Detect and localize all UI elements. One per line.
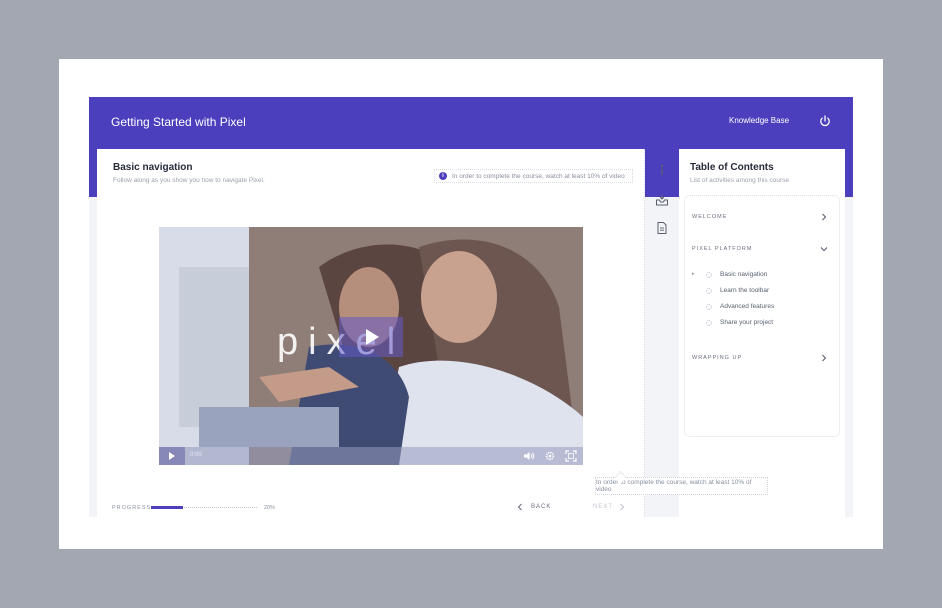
toc-item-label: Share your project (720, 319, 774, 326)
toc-section-welcome[interactable]: WELCOME (692, 211, 828, 223)
back-button[interactable]: BACK (517, 502, 551, 512)
lesson-subtitle: Follow along as you show you how to navi… (113, 177, 265, 184)
chevron-down-icon (820, 247, 828, 252)
chevron-right-icon (620, 503, 625, 511)
screenshot-frame: Getting Started with Pixel Knowledge Bas… (59, 59, 883, 549)
completion-notice: i In order to complete the course, watch… (434, 169, 633, 183)
status-circle-icon (706, 304, 712, 310)
info-icon[interactable] (655, 163, 669, 177)
toc-item-learn-the-toolbar[interactable]: Learn the toolbar (692, 286, 822, 296)
progress-percent: 20% (264, 505, 276, 511)
progress-fill (151, 506, 183, 509)
chevron-right-icon (822, 354, 827, 362)
current-item-icon: ▸ (692, 271, 695, 277)
play-icon[interactable] (159, 447, 185, 465)
volume-icon[interactable] (523, 450, 535, 462)
fullscreen-icon[interactable] (565, 450, 577, 462)
toc-title: Table of Contents (690, 162, 774, 173)
toc-section-label: PIXEL PLATFORM (692, 246, 753, 252)
toc-item-share-your-project[interactable]: Share your project (692, 318, 822, 328)
app-window: Getting Started with Pixel Knowledge Bas… (89, 97, 853, 517)
status-circle-icon (706, 272, 712, 278)
toc-subtitle: List of activities among this course (690, 177, 789, 184)
toc-section-label: WELCOME (692, 214, 728, 220)
document-icon[interactable] (655, 221, 669, 235)
inbox-icon[interactable] (655, 193, 669, 207)
video-player[interactable]: pixel 0:00 (159, 227, 583, 465)
completion-tooltip: In order to complete the course, watch a… (595, 477, 768, 495)
status-circle-icon (706, 320, 712, 326)
progress-label: PROGRESS (112, 505, 152, 511)
toc-section-wrapping-up[interactable]: WRAPPING UP (692, 352, 828, 364)
toc-item-label: Basic navigation (720, 271, 768, 278)
completion-notice-text: In order to complete the course, watch a… (452, 172, 625, 180)
power-icon[interactable] (818, 114, 832, 128)
next-button[interactable]: NEXT (593, 502, 625, 512)
toc-list (684, 195, 840, 437)
side-toolstrip (651, 159, 673, 459)
lesson-panel: Basic navigation Follow along as you sho… (97, 149, 645, 517)
back-label: BACK (531, 504, 552, 510)
big-play-button[interactable] (339, 317, 403, 357)
video-time: 0:00 (190, 452, 202, 458)
toc-item-advanced-features[interactable]: Advanced features (692, 302, 822, 312)
chevron-left-icon (517, 503, 522, 511)
lesson-title: Basic navigation (113, 162, 193, 173)
settings-icon[interactable] (544, 450, 556, 462)
status-circle-icon (706, 288, 712, 294)
toc-item-label: Learn the toolbar (720, 287, 770, 294)
knowledge-base-link[interactable]: Knowledge Base (729, 116, 789, 125)
toc-item-basic-navigation[interactable]: ▸ Basic navigation (692, 270, 822, 280)
table-of-contents: Table of Contents List of activities amo… (679, 149, 845, 517)
toc-section-label: WRAPPING UP (692, 355, 743, 361)
chevron-right-icon (822, 213, 827, 221)
next-label: NEXT (593, 504, 614, 510)
toc-item-label: Advanced features (720, 303, 775, 310)
video-controls: 0:00 (159, 447, 583, 465)
info-icon: i (439, 172, 447, 180)
toc-section-pixel-platform[interactable]: PIXEL PLATFORM (692, 243, 828, 255)
course-title: Getting Started with Pixel (111, 115, 246, 129)
